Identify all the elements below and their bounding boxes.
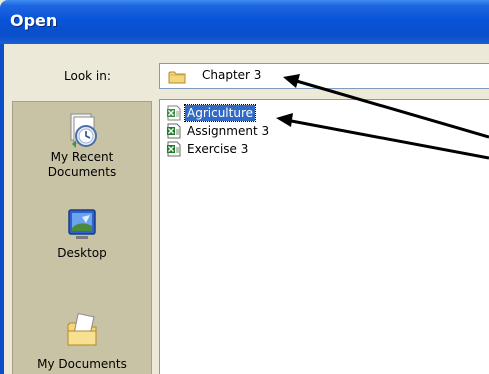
excel-file-icon [166,141,182,157]
file-item-exercise-3[interactable]: Exercise 3 [166,140,250,157]
file-item-agriculture[interactable]: Agriculture [166,103,256,122]
recent-documents-icon [62,110,102,150]
excel-file-icon [166,123,182,139]
folder-icon [168,69,186,84]
file-item-assignment-3[interactable]: Assignment 3 [166,122,271,139]
place-label: Documents [47,165,117,179]
file-name: Exercise 3 [187,141,249,156]
title-bar[interactable]: Open [0,0,489,44]
excel-file-icon [166,105,182,121]
places-bar: My Recent Documents Desktop My Documents [12,101,152,374]
place-my-documents[interactable]: My Documents [13,309,151,372]
desktop-icon [62,206,102,246]
file-name: Assignment 3 [187,123,270,138]
look-in-dropdown[interactable]: Chapter 3 [159,63,489,89]
place-label: My Recent [50,150,114,164]
open-dialog: Open Look in: Chapter 3 My Recent Docume… [0,0,489,374]
place-my-recent-documents[interactable]: My Recent Documents [13,110,151,180]
file-name: Agriculture [184,103,256,122]
place-desktop[interactable]: Desktop [13,206,151,261]
my-documents-icon [62,309,102,349]
place-label: My Documents [37,357,127,371]
file-list[interactable]: Agriculture Assignment 3 Exercise 3 [159,99,489,374]
place-label: Desktop [57,246,107,260]
dialog-title: Open [10,11,58,30]
dialog-body: Look in: Chapter 3 My Recent Documents D… [0,44,489,374]
look-in-value: Chapter 3 [202,68,262,82]
look-in-label: Look in: [64,69,111,83]
